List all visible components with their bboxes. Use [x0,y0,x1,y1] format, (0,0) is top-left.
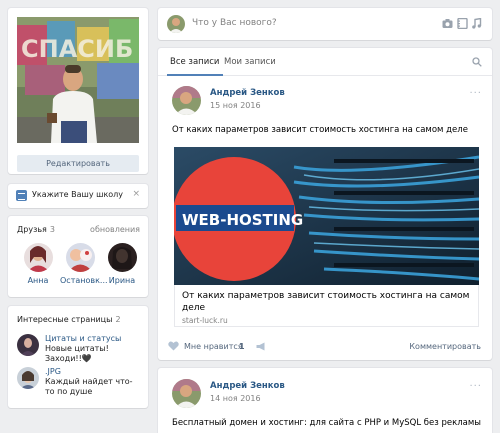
post-author-avatar[interactable] [172,379,201,408]
post-author-avatar[interactable] [172,86,201,115]
post-date[interactable]: 14 ноя 2016 [210,394,261,403]
post-text: От каких параметров зависит стоимость хо… [172,125,468,135]
search-icon[interactable] [472,57,482,67]
more-icon[interactable]: ··· [469,88,482,99]
friend-avatar [107,243,137,272]
wall-post: Андрей Зенков 14 ноя 2016 ··· Бесплатный… [158,368,492,433]
post-author-name[interactable]: Андрей Зенков [210,381,285,391]
link-image-text: WEB-HOSTING [182,211,303,229]
friend-name[interactable]: Ирина [102,276,142,285]
share-icon[interactable] [256,342,267,351]
friends-title[interactable]: Друзья 3 [17,225,55,234]
page-avatar [17,334,39,356]
video-icon[interactable] [457,17,468,30]
friend-avatar [65,243,95,272]
post-author-name[interactable]: Андрей Зенков [210,88,285,98]
school-prompt-text[interactable]: Укажите Вашу школу [32,190,123,199]
new-post-input[interactable]: Что у Вас нового? [192,18,277,28]
tab-all-posts[interactable]: Все записи [166,57,224,76]
new-post-box[interactable]: Что у Вас нового? [158,8,492,40]
school-prompt-card[interactable]: Укажите Вашу школу × [8,184,148,208]
friend-name[interactable]: Анна [18,276,58,285]
page-description: Новые цитаты!Заходи!!🖤 [45,344,109,363]
friends-updates-link[interactable]: обновления [90,225,140,234]
interesting-pages-count: 2 [115,315,121,324]
interesting-pages-title[interactable]: Интересные страницы 2 [17,315,121,324]
like-count[interactable]: 1 [239,342,245,351]
page-title[interactable]: .JPG [45,367,61,376]
profile-photo[interactable]: СПАСИБ [17,17,139,143]
music-icon[interactable] [471,17,482,29]
wall-tabs: Все записи Мои записи [158,48,492,76]
close-icon[interactable]: × [132,189,140,199]
link-title[interactable]: От каких параметров зависит стоимость хо… [182,290,472,314]
svg-text:СПАСИБ: СПАСИБ [21,35,133,63]
profile-photo-card: СПАСИБ Редактировать [8,8,148,174]
friend-name[interactable]: Остановк... [60,276,108,285]
friends-card: Друзья 3 обновления Анна Остановк... Ирин… [8,216,148,297]
post-actions: Мне нравится 1 Комментировать [158,334,492,360]
post-text: Бесплатный домен и хостинг: для сайта с … [172,418,481,428]
comment-button[interactable]: Комментировать [409,342,481,351]
page-avatar [17,367,39,389]
friend-item[interactable]: Ирина [102,243,142,285]
interesting-pages-card: Интересные страницы 2 Цитаты и статусы Но… [8,306,148,408]
post-date[interactable]: 15 ноя 2016 [210,101,261,110]
link-preview[interactable]: От каких параметров зависит стоимость хо… [174,285,479,327]
page-item[interactable]: .JPG Каждый найдет что-то по душе [17,367,142,399]
page-title[interactable]: Цитаты и статусы [45,334,121,343]
link-domain: start-luck.ru [182,316,228,325]
friend-avatar [23,243,53,272]
friends-count: 3 [49,225,55,234]
interesting-pages-label: Интересные страницы [17,315,113,324]
more-icon[interactable]: ··· [469,381,482,392]
link-preview-image[interactable]: WEB-HOSTING [174,147,479,285]
tab-my-posts[interactable]: Мои записи [224,57,276,67]
camera-icon[interactable] [442,18,453,29]
edit-profile-button[interactable]: Редактировать [17,155,139,172]
friends-title-label: Друзья [17,225,47,234]
heart-icon[interactable] [168,341,179,351]
page-item[interactable]: Цитаты и статусы Новые цитаты!Заходи!!🖤 [17,334,142,363]
wall-card: Все записи Мои записи Андрей Зенков 15 н… [158,48,492,360]
user-avatar [167,15,185,33]
page-description: Каждый найдет что-то по душе [45,377,133,396]
friend-item[interactable]: Анна [18,243,58,285]
like-button[interactable]: Мне нравится [184,342,243,351]
friend-item[interactable]: Остановк... [60,243,108,285]
school-icon [16,190,27,201]
